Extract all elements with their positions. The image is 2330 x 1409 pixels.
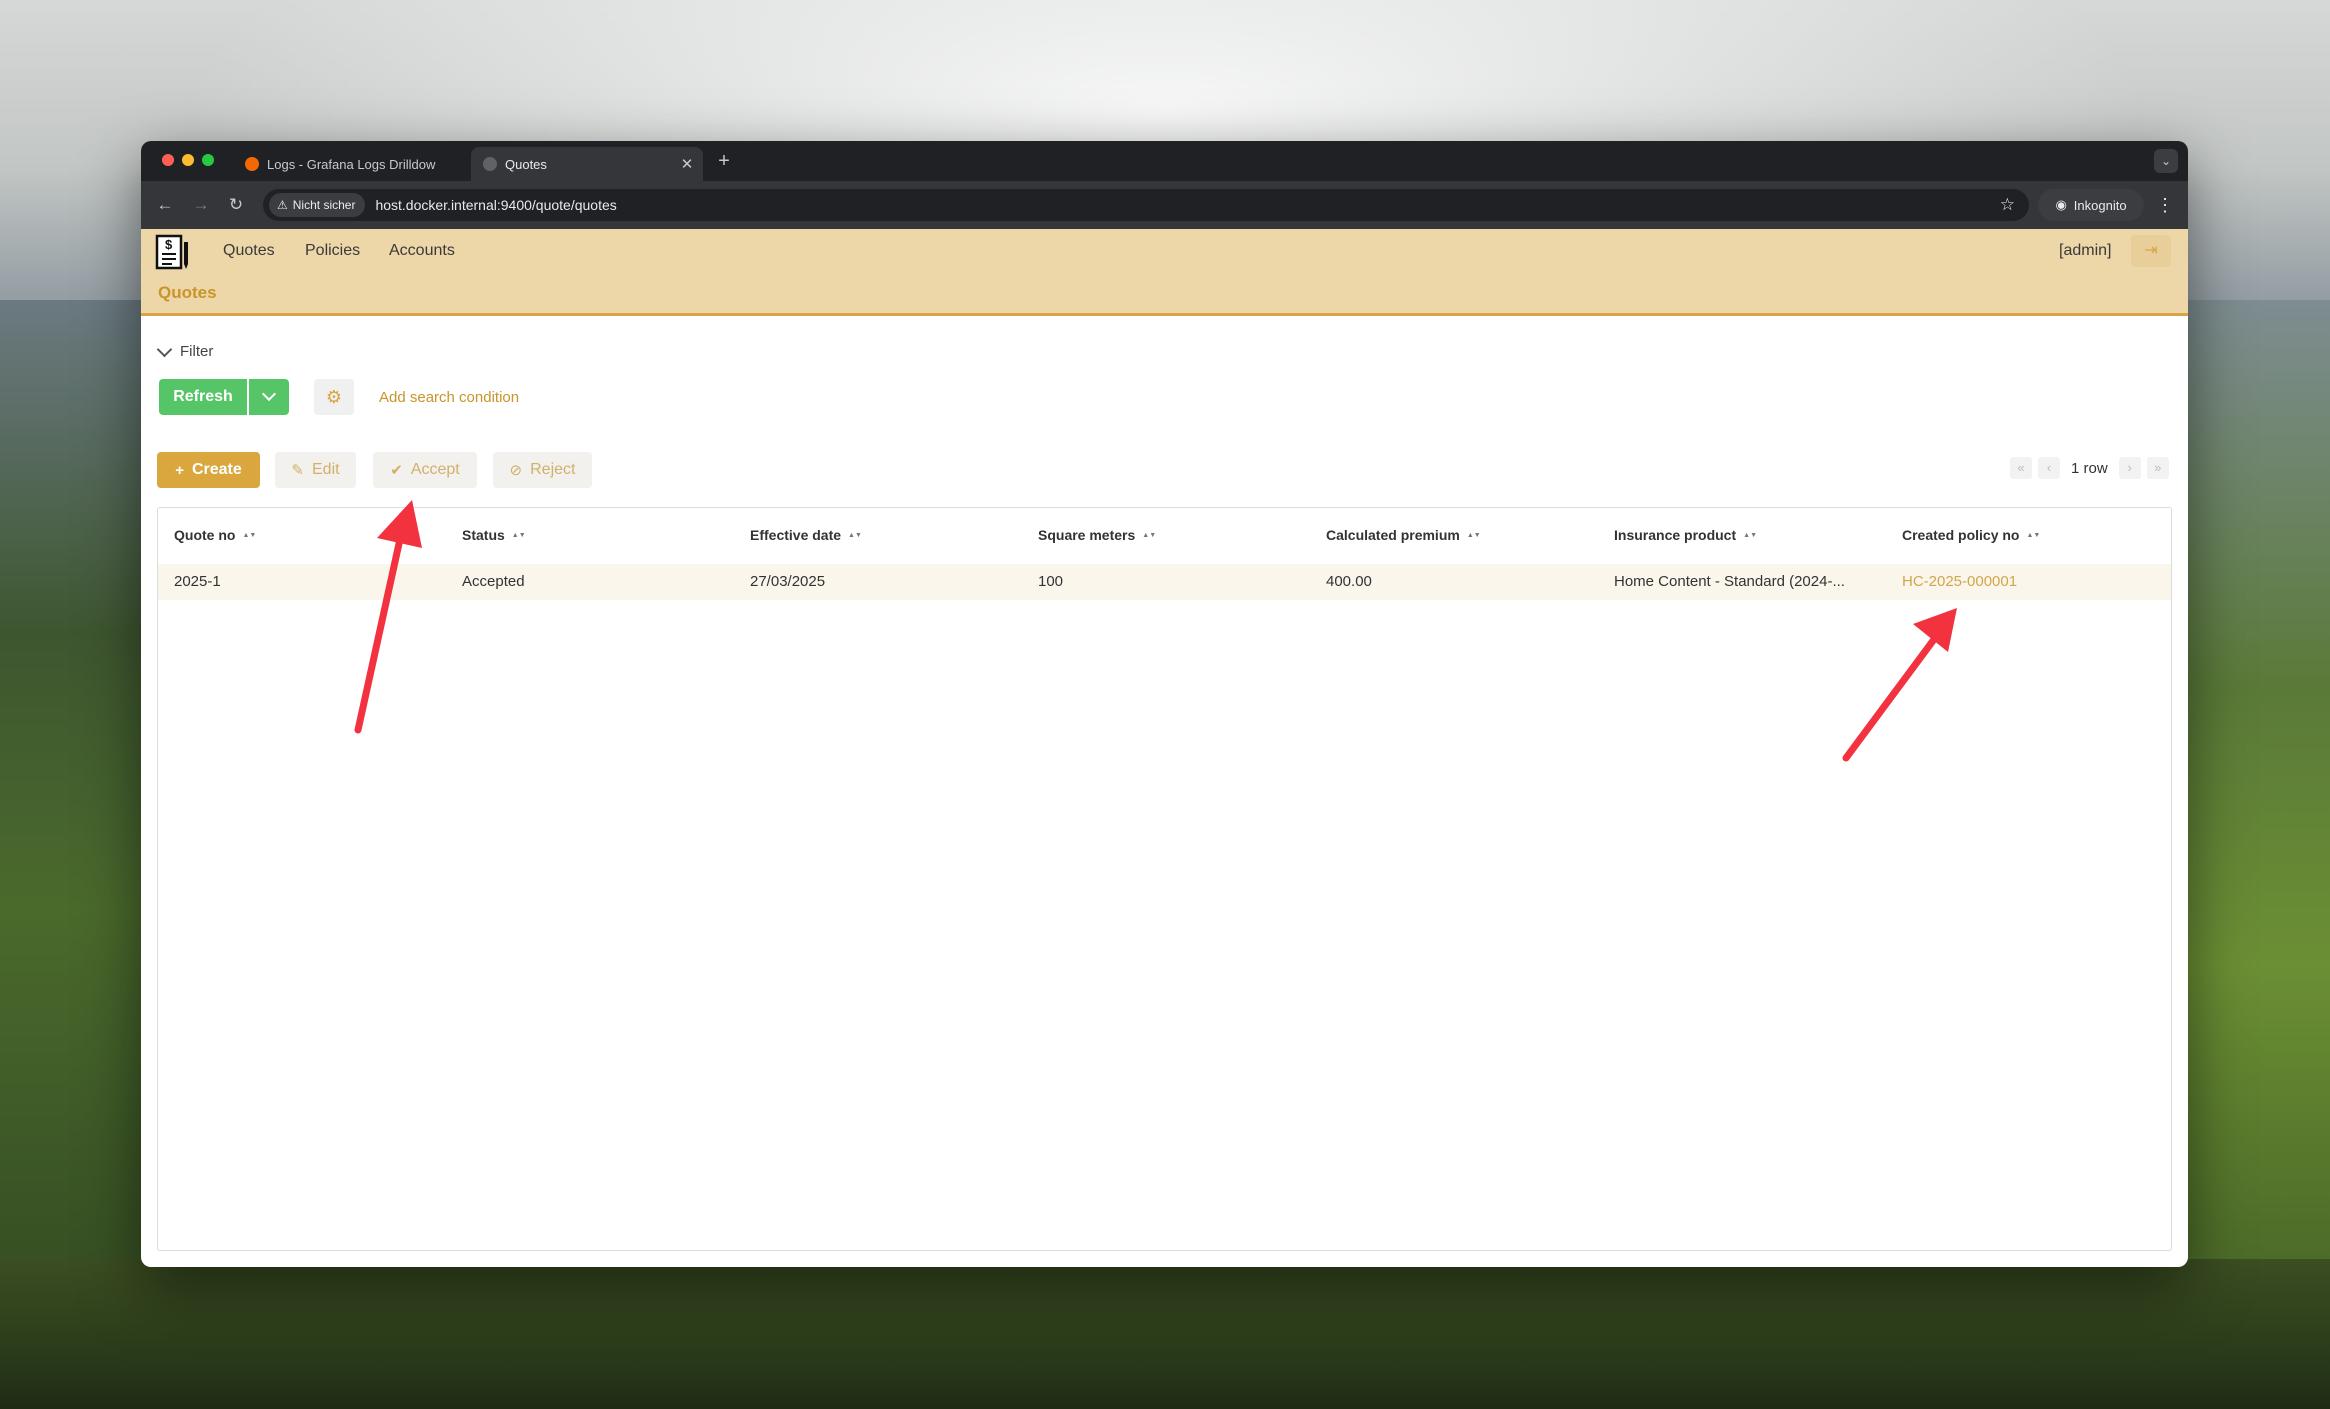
window-minimize-button[interactable] <box>182 154 194 166</box>
quotes-table: Quote no ▲▼ Status ▲▼ Effective date ▲▼ Squ… <box>157 507 2172 1251</box>
accept-button[interactable]: ✔ Accept <box>373 452 477 488</box>
window-close-button[interactable] <box>162 154 174 166</box>
chevron-down-icon <box>156 341 173 357</box>
table-header: Quote no ▲▼ Status ▲▼ Effective date ▲▼ Squ… <box>158 508 2171 562</box>
next-page-icon[interactable]: › <box>2118 457 2141 479</box>
sort-icon: ▲▼ <box>511 531 526 539</box>
column-header-quote-no[interactable]: Quote no ▲▼ <box>174 527 256 543</box>
browser-menu-icon[interactable]: ⋮ <box>2155 193 2175 217</box>
plus-icon: + <box>175 461 184 479</box>
new-tab-plus-icon[interactable]: + <box>713 150 735 172</box>
sort-icon: ▲▼ <box>242 531 257 539</box>
warning-triangle-icon: ⚠ <box>277 198 288 212</box>
back-arrow-icon[interactable]: ← <box>153 193 177 217</box>
create-label: Create <box>191 461 242 478</box>
column-header-status[interactable]: Status ▲▼ <box>462 527 526 543</box>
address-bar[interactable]: ⚠ Nicht sicher host.docker.internal:9400… <box>263 189 2029 221</box>
incognito-badge[interactable]: ◉ Inkognito <box>2038 189 2144 221</box>
cell-insurance-product: Home Content - Standard (2024-... <box>1614 573 1845 590</box>
nav-accounts[interactable]: Accounts <box>389 242 455 260</box>
gear-icon[interactable]: ⚙ <box>314 379 354 415</box>
cell-square-meters: 100 <box>1038 573 1064 590</box>
create-button[interactable]: + Create <box>157 452 260 488</box>
incognito-label: Inkognito <box>2073 197 2127 213</box>
row-count: 1 row <box>2071 459 2108 477</box>
nav-policies[interactable]: Policies <box>305 242 360 260</box>
app-logo-invoice-icon[interactable]: $ <box>155 234 191 270</box>
edit-button[interactable]: ✎ Edit <box>275 452 356 488</box>
column-header-created-policy-no[interactable]: Created policy no ▲▼ <box>1902 527 2040 543</box>
url-text[interactable]: host.docker.internal:9400/quote/quotes <box>375 197 1999 213</box>
refresh-dropdown-button[interactable] <box>249 379 289 415</box>
reject-label: Reject <box>530 461 576 478</box>
svg-text:$: $ <box>165 237 173 252</box>
column-header-effective-date[interactable]: Effective date ▲▼ <box>750 527 862 543</box>
add-search-condition-link[interactable]: Add search condition <box>379 389 519 406</box>
forward-arrow-icon[interactable]: → <box>189 193 213 217</box>
sort-icon: ▲▼ <box>1142 531 1157 539</box>
nav-quotes[interactable]: Quotes <box>223 242 275 260</box>
security-chip[interactable]: ⚠ Nicht sicher <box>269 193 366 217</box>
browser-tab-quotes[interactable]: Quotes ✕ <box>471 147 703 181</box>
tab-close-icon[interactable]: ✕ <box>677 155 697 173</box>
last-page-icon[interactable]: » <box>2146 457 2169 479</box>
sort-icon: ▲▼ <box>2026 531 2041 539</box>
filter-label: Filter <box>180 343 214 360</box>
tab-search-chevron-icon[interactable]: ⌄ <box>2154 149 2178 173</box>
sort-icon: ▲▼ <box>848 531 862 539</box>
cell-calculated-premium: 400.00 <box>1326 573 1372 590</box>
app-header: $ Quotes Policies Accounts [admin] ⇥ <box>141 229 2188 273</box>
refresh-button[interactable]: Refresh <box>159 379 247 415</box>
pencil-icon: ✎ <box>291 462 304 479</box>
security-label: Nicht sicher <box>292 198 356 212</box>
user-label: [admin] <box>2059 242 2112 259</box>
incognito-icon: ◉ <box>2055 197 2067 212</box>
sort-icon: ▲▼ <box>1466 531 1481 539</box>
browser-tab-bar: Logs - Grafana Logs Drilldow ✕ Quotes ✕ … <box>141 141 2188 181</box>
logout-icon[interactable]: ⇥ <box>2131 235 2171 267</box>
table-row[interactable]: 2025-1 Accepted 27/03/2025 100 400.00 Ho… <box>158 564 2171 600</box>
reload-icon[interactable]: ↻ <box>224 193 248 217</box>
reject-button[interactable]: ⊘ Reject <box>493 452 592 488</box>
column-header-insurance-product[interactable]: Insurance product ▲▼ <box>1614 527 1757 543</box>
browser-toolbar: ← → ↻ ⚠ Nicht sicher host.docker.interna… <box>141 181 2188 229</box>
window-zoom-button[interactable] <box>202 154 214 166</box>
created-policy-link[interactable]: HC-2025-000001 <box>1902 573 2017 590</box>
background-hill-right <box>2180 300 2330 1409</box>
globe-favicon-icon <box>483 157 497 171</box>
prev-page-icon[interactable]: ‹ <box>2038 457 2060 479</box>
first-page-icon[interactable]: « <box>2010 457 2032 479</box>
page-title: Quotes <box>158 283 217 302</box>
browser-window: Logs - Grafana Logs Drilldow ✕ Quotes ✕ … <box>141 141 2188 1267</box>
accept-label: Accept <box>410 461 460 478</box>
cell-status: Accepted <box>462 573 525 590</box>
bookmark-star-icon[interactable]: ☆ <box>2000 195 2015 215</box>
tab-title: Quotes <box>505 156 547 172</box>
check-circle-icon: ✔ <box>390 462 403 479</box>
grafana-favicon-icon <box>245 157 259 171</box>
filter-toggle[interactable]: Filter <box>156 341 214 360</box>
sort-icon: ▲▼ <box>1743 531 1757 539</box>
column-header-calculated-premium[interactable]: Calculated premium ▲▼ <box>1326 527 1481 543</box>
page-title-bar: Quotes <box>141 273 2188 316</box>
pagination: « ‹ 1 row › » <box>2007 456 2172 480</box>
cell-quote-no: 2025-1 <box>174 573 221 590</box>
column-header-square-meters[interactable]: Square meters ▲▼ <box>1038 527 1156 543</box>
chevron-down-icon <box>261 386 277 402</box>
edit-label: Edit <box>312 461 340 478</box>
cell-effective-date: 27/03/2025 <box>750 573 826 590</box>
ban-icon: ⊘ <box>509 462 523 479</box>
background-forest <box>0 1259 2330 1409</box>
